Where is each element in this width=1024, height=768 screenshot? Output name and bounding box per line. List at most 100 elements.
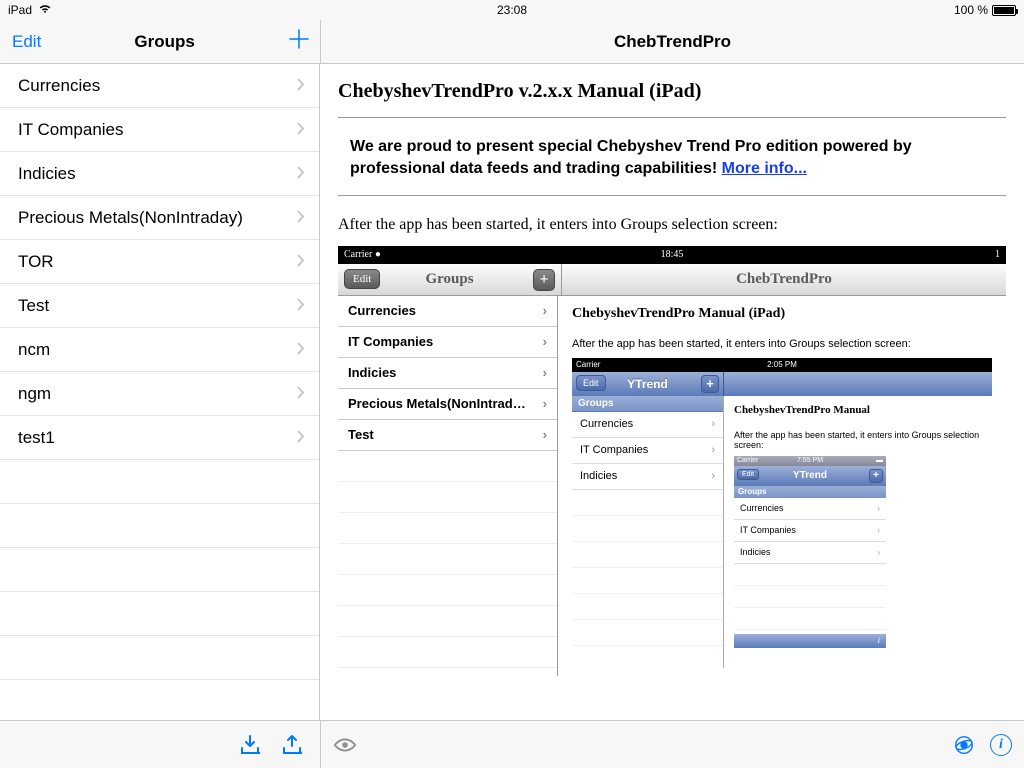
chevron-right-icon (297, 340, 305, 360)
embedded-screenshot-2: Carrier2:05 PM Edit YTrend + Groups (572, 358, 992, 668)
shot3-info-icon: i (878, 636, 880, 645)
add-group-button[interactable] (288, 28, 310, 55)
group-label: Precious Metals(NonIntraday) (18, 208, 243, 228)
master-toolbar (0, 720, 320, 768)
group-row-it-companies[interactable]: IT Companies (0, 108, 319, 152)
status-time: 23:08 (344, 3, 680, 17)
shot1-status: Carrier ● 18:45 1 (338, 246, 1006, 264)
group-row-ncm[interactable]: ncm (0, 328, 319, 372)
after-text: After the app has been started, it enter… (338, 216, 1006, 234)
group-row-test1[interactable]: test1 (0, 416, 319, 460)
blank-row (0, 548, 319, 592)
divider (338, 117, 1006, 118)
groups-list: Currencies IT Companies Indicies Preciou… (0, 64, 320, 720)
shot1-edit: Edit (344, 269, 380, 289)
group-label: ncm (18, 340, 50, 360)
chevron-right-icon (297, 384, 305, 404)
globe-button[interactable] (952, 734, 976, 756)
shot1-plus-icon: + (533, 269, 555, 291)
blank-row (0, 504, 319, 548)
shot1-item: Precious Metals(NonIntrad… (348, 396, 526, 411)
chevron-right-icon (297, 120, 305, 140)
shot1-item: Indicies (348, 365, 396, 380)
divider (338, 195, 1006, 196)
detail-navbar: ChebTrendPro (320, 20, 1024, 64)
blank-row (0, 460, 319, 504)
chevron-right-icon (297, 428, 305, 448)
blank-row (0, 592, 319, 636)
group-label: Currencies (18, 76, 100, 96)
shot2-heading: ChebyshevTrendPro Manual (734, 404, 982, 416)
shot1-title: Groups (425, 271, 473, 288)
shot1-item: IT Companies (348, 334, 433, 349)
shot2-edit: Edit (576, 375, 606, 391)
master-navbar: Edit Groups (0, 20, 320, 64)
group-row-tor[interactable]: TOR (0, 240, 319, 284)
chevron-right-icon (297, 208, 305, 228)
group-label: Indicies (18, 164, 76, 184)
shot1-after: After the app has been started, it enter… (572, 338, 992, 350)
more-info-link[interactable]: More info... (722, 160, 807, 177)
group-label: test1 (18, 428, 55, 448)
shot2-item: Currencies (580, 418, 633, 430)
shot2-after: After the app has been started, it enter… (734, 430, 982, 450)
shot1-nav: Edit Groups + ChebTrendPro (338, 264, 1006, 296)
download-button[interactable] (238, 734, 262, 756)
battery-icon (992, 5, 1016, 16)
shot3-edit: Edit (737, 469, 759, 480)
shot1-heading: ChebyshevTrendPro Manual (iPad) (572, 306, 992, 322)
shot2-plus-icon: + (701, 375, 719, 393)
shot3-item: Indicies (740, 547, 771, 557)
shot3-item: IT Companies (740, 525, 796, 535)
shot1-item: Currencies (348, 303, 416, 318)
shot2-item: Indicies (580, 470, 617, 482)
chevron-right-icon (297, 164, 305, 184)
detail-title: ChebTrendPro (614, 32, 731, 52)
chevron-right-icon (297, 252, 305, 272)
shot2-time: 2:05 PM (713, 360, 850, 369)
chevron-right-icon (297, 76, 305, 96)
group-label: Test (18, 296, 49, 316)
shot1-list: Currencies› IT Companies› Indicies› Prec… (338, 296, 558, 676)
manual-heading: ChebyshevTrendPro v.2.x.x Manual (iPad) (338, 80, 1006, 103)
group-row-currencies[interactable]: Currencies (0, 64, 319, 108)
shot1-detail-title: ChebTrendPro (736, 271, 832, 288)
promo-body: We are proud to present special Chebyshe… (350, 138, 912, 177)
shot1-time: 18:45 (563, 249, 782, 260)
status-bar: iPad 23:08 100 % (0, 0, 1024, 20)
chevron-right-icon (297, 296, 305, 316)
group-label: TOR (18, 252, 54, 272)
shot3-subheader: Groups (734, 486, 886, 498)
upload-button[interactable] (280, 734, 304, 756)
shot3-carrier: Carrier (737, 457, 786, 464)
shot3-plus-icon: + (869, 469, 883, 483)
group-row-ngm[interactable]: ngm (0, 372, 319, 416)
detail-pane: ChebyshevTrendPro v.2.x.x Manual (iPad) … (320, 64, 1024, 720)
shot3-title: YTrend (793, 470, 827, 481)
master-title: Groups (134, 32, 194, 52)
shot1-item: Test (348, 427, 374, 442)
shot3-time: 7:55 PM (786, 457, 835, 464)
blank-row (0, 680, 319, 720)
shot1-carrier: Carrier (344, 249, 372, 260)
wifi-icon (38, 3, 52, 17)
edit-button[interactable]: Edit (12, 32, 41, 52)
blank-row (0, 636, 319, 680)
detail-toolbar: i (320, 720, 1024, 768)
embedded-screenshot-3: Carrier7:55 PM▬ Edit YTrend + Groups Cur… (734, 456, 886, 648)
group-label: IT Companies (18, 120, 124, 140)
shot3-item: Currencies (740, 503, 784, 513)
embedded-screenshot-1: Carrier ● 18:45 1 Edit Groups + ChebTren… (338, 246, 1006, 676)
shot2-item: IT Companies (580, 444, 648, 456)
promo-text: We are proud to present special Chebyshe… (338, 132, 1006, 185)
group-row-indicies[interactable]: Indicies (0, 152, 319, 196)
shot1-right: 1 (781, 249, 1000, 260)
shot2-title: YTrend (627, 377, 668, 391)
shot2-carrier: Carrier (576, 360, 713, 369)
group-row-test[interactable]: Test (0, 284, 319, 328)
group-row-precious-metals[interactable]: Precious Metals(NonIntraday) (0, 196, 319, 240)
info-button[interactable]: i (990, 734, 1012, 756)
visibility-button[interactable] (333, 734, 357, 756)
shot2-subheader: Groups (572, 396, 723, 412)
battery-text: 100 % (954, 3, 988, 17)
